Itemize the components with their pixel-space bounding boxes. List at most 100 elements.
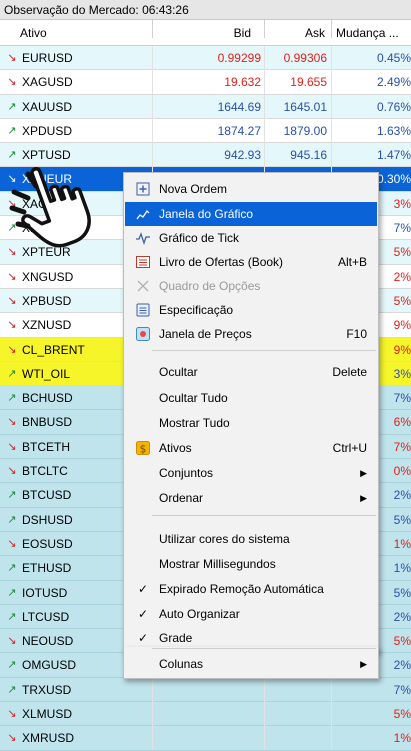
plus-box-icon (135, 181, 151, 197)
menu-item-cores-sistema[interactable]: Utilizar cores do sistema (125, 527, 377, 551)
change-value: 0.30% (376, 172, 411, 187)
menu-item-ordenar[interactable]: Ordenar ▶ (125, 486, 377, 510)
column-header-bid[interactable]: Bid (234, 20, 251, 46)
ask-value: 1645.01 (283, 99, 327, 114)
table-row[interactable]: ↗ XPDUSD 1874.27 1879.00 1.63% (0, 118, 411, 144)
column-divider (331, 118, 332, 143)
symbol-name: XMRUSD (22, 731, 75, 746)
window-title: Observação do Mercado: 06:43:26 (0, 0, 411, 20)
table-row[interactable]: ↘ EURUSD 0.99299 0.99306 0.45% (0, 46, 411, 71)
column-separator[interactable] (331, 20, 332, 38)
menu-item-mostrar-tudo[interactable]: Mostrar Tudo (125, 411, 377, 435)
change-value: 7% (393, 391, 411, 406)
dollar-icon: $ (135, 440, 151, 456)
table-row[interactable]: ↘ XMRUSD 1% (0, 726, 411, 751)
change-value: 5% (393, 245, 411, 260)
column-header-symbol[interactable]: Ativo (20, 20, 47, 46)
menu-item-especificacao[interactable]: Especificação (125, 298, 377, 322)
symbol-name: LTCUSD (22, 609, 70, 624)
table-header: Ativo Bid Ask Mudança ... (0, 20, 411, 46)
menu-item-ocultar[interactable]: Ocultar Delete (125, 360, 377, 384)
menu-shortcut: F10 (346, 327, 367, 341)
bid-value: 1644.69 (217, 99, 261, 114)
chart-window-icon (135, 206, 151, 222)
change-value: 5% (393, 512, 411, 527)
column-divider (264, 118, 265, 143)
symbol-name: XAUUSD (22, 99, 73, 114)
menu-item-janela-grafico[interactable]: Janela do Gráfico (125, 202, 377, 226)
table-row[interactable]: ↗ XAUUSD 1644.69 1645.01 0.76% (0, 94, 411, 119)
column-divider (264, 94, 265, 119)
menu-item-colunas[interactable]: Colunas ▶ (125, 652, 377, 676)
symbol-name: BTCLTC (22, 464, 68, 479)
column-divider (152, 143, 153, 168)
column-divider (331, 143, 332, 168)
menu-item-livro-ofertas[interactable]: Livro de Ofertas (Book) Alt+B (125, 250, 377, 274)
menu-item-milissegundos[interactable]: Mostrar Millisegundos (125, 552, 377, 576)
symbol-name: XNGUSD (22, 269, 74, 284)
symbol-name: TRXUSD (22, 682, 72, 697)
trend-down-icon: ↘ (7, 270, 17, 283)
table-row[interactable]: ↘ XAGUSD 19.632 19.655 2.49% (0, 70, 411, 95)
symbol-name: BNBUSD (22, 415, 73, 430)
change-value: 3% (393, 196, 411, 211)
table-row[interactable]: ↘ XLMUSD 5% (0, 702, 411, 727)
table-row[interactable]: ↗ TRXUSD 7% (0, 677, 411, 703)
trend-up-icon: ↗ (7, 100, 17, 113)
context-menu: Nova Ordem Janela do Gráfico Gráfico de … (123, 172, 379, 652)
menu-label: Expirado Remoção Automática (159, 582, 324, 596)
symbol-name: DSHUSD (22, 512, 73, 527)
options-board-icon (135, 278, 151, 294)
symbol-name: CL_BRENT (22, 342, 85, 357)
symbol-name: OMGUSD (22, 658, 76, 673)
column-divider (331, 46, 332, 70)
menu-shortcut: Ctrl+U (332, 441, 367, 455)
svg-text:$: $ (140, 443, 147, 456)
menu-item-auto-organizar[interactable]: ✓ Auto Organizar (125, 602, 377, 626)
trend-up-icon: ↗ (7, 683, 17, 696)
column-divider (331, 94, 332, 119)
symbol-name: EURUSD (22, 51, 73, 65)
change-value: 2% (393, 488, 411, 503)
bid-value: 19.632 (224, 75, 261, 90)
trend-down-icon: ↘ (7, 732, 17, 745)
column-divider (152, 726, 153, 751)
symbol-name: EOSUSD (22, 536, 73, 551)
symbol-name: BCHUSD (22, 391, 73, 406)
checkmark-icon: ✓ (138, 582, 149, 596)
tick-chart-icon (135, 230, 151, 246)
menu-item-ocultar-tudo[interactable]: Ocultar Tudo (125, 386, 377, 410)
column-separator[interactable] (264, 20, 265, 38)
column-divider (152, 702, 153, 727)
bid-value: 1874.27 (217, 123, 261, 138)
menu-label: Ocultar (159, 365, 198, 379)
change-value: 0.45% (376, 51, 411, 65)
column-divider (264, 143, 265, 168)
menu-label: Utilizar cores do sistema (159, 532, 290, 546)
menu-item-expirado-remocao[interactable]: ✓ Expirado Remoção Automática (125, 577, 377, 601)
menu-item-conjuntos[interactable]: Conjuntos ▶ (125, 461, 377, 485)
column-divider (264, 46, 265, 70)
trend-down-icon: ↘ (7, 52, 17, 64)
column-header-change[interactable]: Mudança ... (336, 20, 399, 46)
menu-label: Colunas (159, 657, 204, 671)
menu-item-grafico-tick[interactable]: Gráfico de Tick (125, 226, 377, 250)
menu-label: Gráfico de Tick (159, 231, 240, 245)
symbol-name: NEOUSD (22, 634, 74, 649)
menu-item-ativos[interactable]: $ Ativos Ctrl+U (125, 436, 377, 460)
submenu-arrow-icon: ▶ (360, 659, 367, 669)
change-value: 1.63% (376, 123, 411, 138)
menu-label: Auto Organizar (159, 607, 240, 621)
symbol-name: ETHUSD (22, 561, 72, 576)
trend-up-icon: ↗ (7, 367, 17, 380)
column-divider (331, 70, 332, 95)
menu-item-janela-precos[interactable]: Janela de Preços F10 (125, 322, 377, 346)
menu-item-nova-ordem[interactable]: Nova Ordem (125, 177, 377, 201)
change-value: 5% (393, 707, 411, 722)
column-separator[interactable] (152, 20, 153, 38)
column-divider (264, 70, 265, 95)
column-header-ask[interactable]: Ask (305, 20, 325, 46)
symbol-name: XPBUSD (22, 293, 72, 308)
symbol-name: BTCETH (22, 439, 70, 454)
change-value: 9% (393, 342, 411, 357)
